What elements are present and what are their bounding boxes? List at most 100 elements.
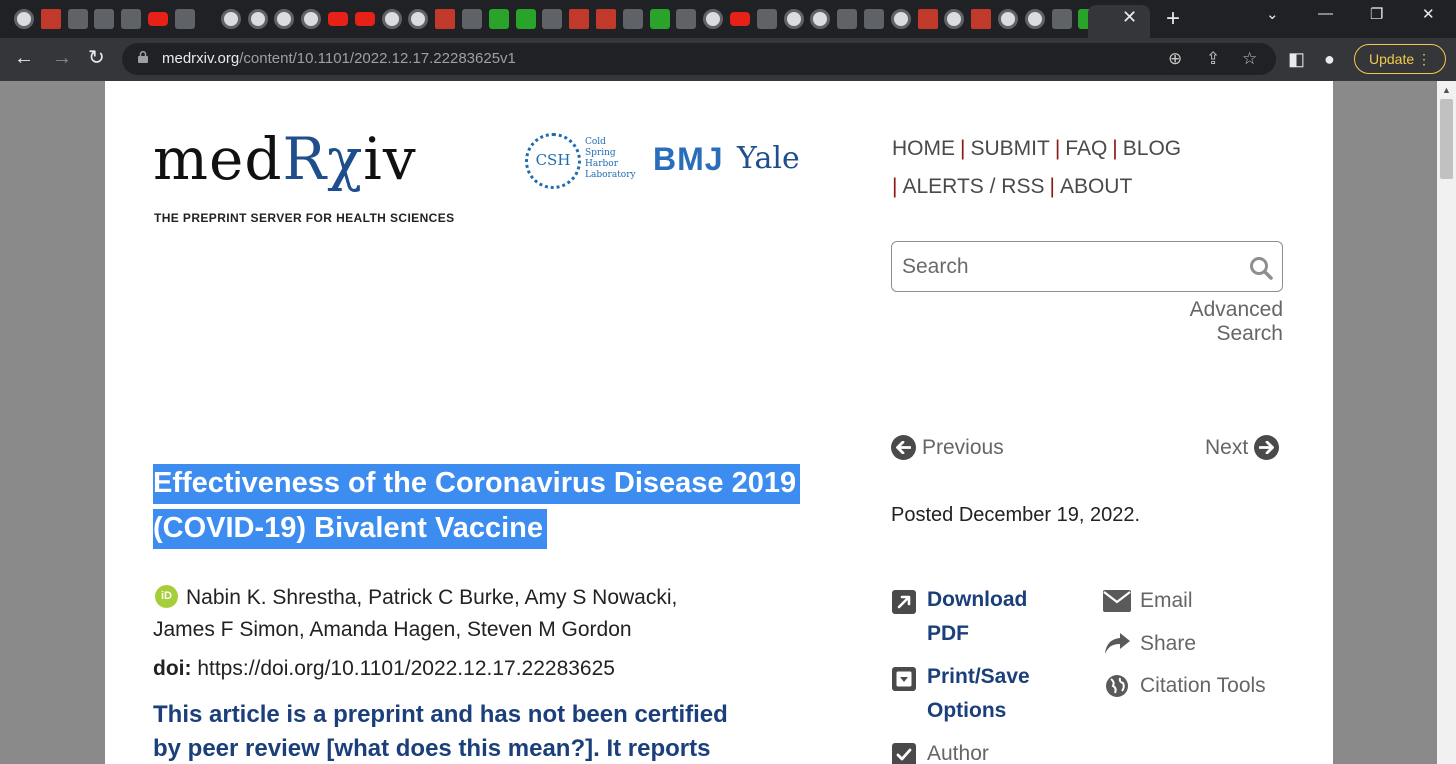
pinned-tab-favicon-icon[interactable]: [328, 12, 348, 26]
pinned-tab-favicon-icon[interactable]: [622, 9, 643, 29]
download-arrow-icon[interactable]: [892, 590, 916, 614]
back-arrow-icon[interactable]: ←: [14, 46, 34, 70]
bookmark-star-icon[interactable]: ☆: [1242, 49, 1257, 69]
pinned-tab-favicon-icon[interactable]: [515, 9, 536, 29]
side-panel-icon[interactable]: ◧: [1288, 49, 1305, 69]
pinned-tab-favicon-icon[interactable]: [174, 9, 195, 29]
pinned-tab-favicon-icon[interactable]: [148, 12, 168, 26]
pinned-tab-favicon-icon[interactable]: [890, 9, 911, 29]
pinned-tab-favicon-icon[interactable]: [435, 9, 456, 29]
scroll-up-arrow-icon[interactable]: ▲: [1442, 85, 1451, 95]
pinned-tab-favicon-icon[interactable]: [649, 9, 670, 29]
update-button[interactable]: Update ⋮: [1354, 44, 1446, 74]
pinned-tab-favicon-icon[interactable]: [703, 9, 724, 29]
pinned-tab-favicon-icon[interactable]: [596, 9, 616, 29]
forward-arrow-icon[interactable]: →: [52, 46, 72, 70]
pinned-tab-favicon-icon[interactable]: [783, 9, 804, 29]
pinned-tab-favicon-icon[interactable]: [354, 12, 375, 26]
pinned-tab-favicon-icon[interactable]: [274, 9, 295, 29]
new-tab-button[interactable]: +: [1166, 5, 1180, 33]
tab-close-icon[interactable]: ✕: [1122, 7, 1137, 27]
nav-alerts-rss[interactable]: ALERTS / RSS: [902, 175, 1044, 198]
csh-logo-text: Cold Spring Harbor Laboratory: [585, 137, 655, 181]
tab-search-icon[interactable]: ⌄: [1266, 5, 1279, 23]
pinned-tab-favicon-icon[interactable]: [381, 9, 402, 29]
pinned-tab-favicon-icon[interactable]: [301, 9, 322, 29]
pinned-tab-favicon-icon[interactable]: [121, 9, 142, 29]
pinned-tab-favicon-icon[interactable]: [220, 9, 241, 29]
nav-faq[interactable]: FAQ: [1065, 137, 1107, 160]
pinned-tab-favicon-icon[interactable]: [1024, 9, 1045, 29]
search-input[interactable]: [902, 254, 1232, 280]
pinned-tab-favicon-icon[interactable]: [864, 9, 884, 29]
page-content: medRχiv THE PREPRINT SERVER FOR HEALTH S…: [105, 81, 1333, 764]
pinned-tab-favicon-icon[interactable]: [971, 9, 992, 29]
citation-globe-icon[interactable]: [1105, 674, 1129, 698]
url-host: medrxiv.org: [162, 50, 240, 67]
page-viewport: medRχiv THE PREPRINT SERVER FOR HEALTH S…: [0, 81, 1437, 764]
address-bar[interactable]: medrxiv.org/content/10.1101/2022.12.17.2…: [122, 43, 1276, 75]
csh-line: Cold: [585, 137, 606, 147]
email-icon[interactable]: [1103, 590, 1131, 612]
authors-line-1[interactable]: Nabin K. Shrestha, Patrick C Burke, Amy …: [186, 586, 677, 610]
citation-tools-link[interactable]: Citation Tools: [1140, 674, 1266, 698]
profile-icon[interactable]: ●: [1324, 49, 1335, 69]
share-arrow-icon[interactable]: [1103, 632, 1131, 656]
preprint-notice-line-1: This article is a preprint and has not b…: [153, 701, 728, 728]
print-save-options-link[interactable]: Print/Save Options: [927, 660, 1030, 728]
nav-separator: |: [892, 175, 898, 198]
pinned-tab-favicon-icon[interactable]: [247, 9, 268, 29]
doi-line: doi: https://doi.org/10.1101/2022.12.17.…: [153, 657, 615, 681]
orcid-icon[interactable]: iD: [155, 585, 178, 608]
pinned-tab-favicon-icon[interactable]: [14, 9, 34, 29]
email-link[interactable]: Email: [1140, 589, 1193, 613]
nav-blog[interactable]: BLOG: [1123, 137, 1181, 160]
checkbox-check-icon[interactable]: [892, 743, 916, 764]
pinned-tab-favicon-icon[interactable]: [944, 9, 965, 29]
author-declarations-link[interactable]: Author: [927, 742, 989, 764]
previous-link[interactable]: Previous: [891, 435, 1004, 460]
pinned-tab-favicon-icon[interactable]: [810, 9, 831, 29]
window-close-icon[interactable]: ✕: [1422, 5, 1435, 23]
advanced-search-link[interactable]: Advanced Search: [1118, 298, 1283, 346]
active-tab[interactable]: [1088, 5, 1150, 38]
pinned-tab-favicon-icon[interactable]: [837, 9, 858, 29]
pinned-tab-favicon-icon[interactable]: [94, 9, 115, 29]
search-icon[interactable]: [1248, 255, 1274, 281]
minimize-icon[interactable]: —: [1318, 5, 1333, 22]
pinned-tab-favicon-icon[interactable]: [917, 9, 938, 29]
pinned-tab-favicon-icon[interactable]: [730, 12, 750, 26]
nav-about[interactable]: ABOUT: [1060, 175, 1132, 198]
pinned-tab-favicon-icon[interactable]: [462, 9, 482, 29]
pinned-tab-favicon-icon[interactable]: [542, 9, 563, 29]
nav-submit[interactable]: SUBMIT: [970, 137, 1049, 160]
csh-line: Harbor: [585, 159, 618, 169]
next-link[interactable]: Next: [1205, 435, 1280, 460]
scrollbar-thumb[interactable]: [1440, 99, 1453, 179]
zoom-icon[interactable]: ⊕: [1168, 49, 1182, 69]
restore-icon[interactable]: ❐: [1370, 5, 1383, 23]
pinned-tab-favicon-icon[interactable]: [488, 9, 509, 29]
pinned-tab-favicon-icon[interactable]: [408, 9, 429, 29]
page-scrollbar[interactable]: ▲: [1437, 81, 1456, 764]
nav-home[interactable]: HOME: [892, 137, 955, 160]
authors-line-2[interactable]: James F Simon, Amanda Hagen, Steven M Go…: [153, 618, 632, 642]
preprint-notice-line-2[interactable]: by peer review [what does this mean?]. I…: [153, 735, 710, 763]
pinned-tab-favicon-icon[interactable]: [998, 9, 1018, 29]
pinned-tab-favicon-icon[interactable]: [67, 9, 88, 29]
print-dropdown-icon[interactable]: [892, 667, 916, 691]
reload-icon[interactable]: ↻: [88, 46, 105, 70]
posted-date: Posted December 19, 2022.: [891, 504, 1141, 526]
pinned-tab-favicon-icon[interactable]: [1051, 9, 1072, 29]
logo-tagline: THE PREPRINT SERVER FOR HEALTH SCIENCES: [154, 211, 455, 225]
pinned-tab-favicon-icon[interactable]: [569, 9, 590, 29]
medrxiv-logo[interactable]: medRχiv: [153, 129, 417, 189]
doi-link[interactable]: https://doi.org/10.1101/2022.12.17.22283…: [197, 657, 615, 680]
pinned-tab-favicon-icon[interactable]: [756, 9, 777, 29]
download-pdf-link[interactable]: Download PDF: [927, 583, 1027, 651]
pinned-tab-favicon-icon[interactable]: [40, 9, 61, 29]
pinned-tab-favicon-icon[interactable]: [676, 9, 697, 29]
url-text[interactable]: medrxiv.org/content/10.1101/2022.12.17.2…: [162, 50, 516, 67]
share-page-icon[interactable]: ⇪: [1206, 49, 1220, 69]
share-link[interactable]: Share: [1140, 632, 1196, 656]
